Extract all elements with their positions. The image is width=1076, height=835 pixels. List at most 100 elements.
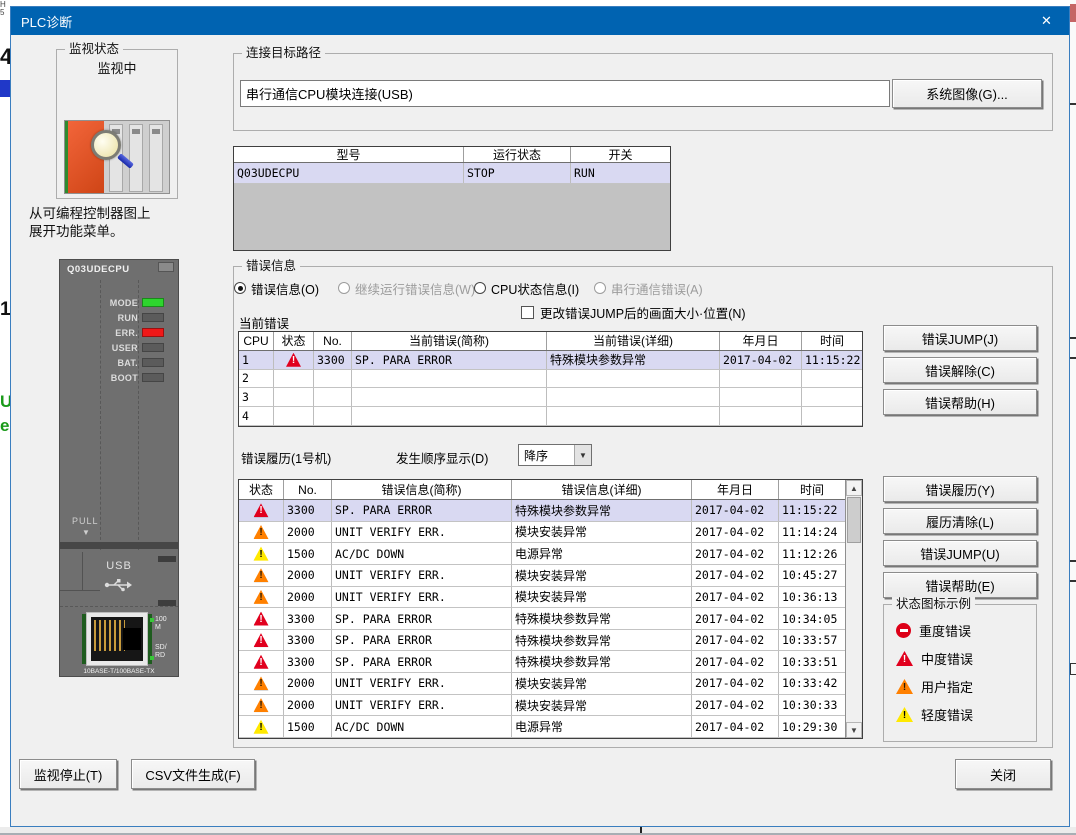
cell-date <box>720 407 802 425</box>
cell-model: Q03UDECPU <box>234 163 464 183</box>
cell-error-name: UNIT VERIFY ERR. <box>332 522 512 543</box>
error-history-row[interactable]: 2000UNIT VERIFY ERR.模块安装异常2017-04-0210:3… <box>239 673 847 695</box>
bat-led <box>142 358 164 367</box>
cell-error-detail: 模块安装异常 <box>512 587 692 608</box>
plc-notch <box>158 262 174 272</box>
cell-status <box>239 587 284 608</box>
title-bar[interactable]: PLC诊断 ✕ <box>11 7 1069 35</box>
legend-label: 用户指定 <box>921 677 973 696</box>
cell-status <box>239 695 284 716</box>
radio-option-3[interactable]: CPU状态信息(I) <box>474 280 579 296</box>
medium-error-icon <box>286 353 301 367</box>
error-history-row[interactable]: 2000UNIT VERIFY ERR.模块安装异常2017-04-0210:3… <box>239 695 847 717</box>
bg-fragment-text: U <box>0 393 10 410</box>
cell-date: 2017-04-02 <box>692 651 779 672</box>
led-row: MODE <box>60 298 164 307</box>
error-history-row[interactable]: 3300SP. PARA ERROR特殊模块参数异常2017-04-0211:1… <box>239 500 847 522</box>
cell-error-detail: 特殊模块参数异常 <box>512 608 692 629</box>
cell-error-name: SP. PARA ERROR <box>332 630 512 651</box>
medium-error-icon <box>254 503 269 517</box>
background-right-strip <box>1070 0 1076 835</box>
error-clear-button[interactable]: 错误解除(C) <box>883 357 1037 383</box>
cell-status <box>239 608 284 629</box>
legend-group-label: 状态图标示例 <box>892 597 975 611</box>
error-history-row[interactable]: 1500AC/DC DOWN电源异常2017-04-0211:12:26 <box>239 543 847 565</box>
current-error-row[interactable]: 2 <box>239 370 862 389</box>
cell-no: 2000 <box>284 587 332 608</box>
cell-date: 2017-04-02 <box>720 351 802 369</box>
cell-no: 1500 <box>284 543 332 564</box>
chevron-down-icon[interactable]: ▼ <box>574 445 591 465</box>
column-header: 年月日 <box>720 332 802 350</box>
cell-error-name: SP. PARA ERROR <box>332 608 512 629</box>
connection-target-group-label: 连接目标路径 <box>242 46 325 60</box>
user-specified-icon <box>896 679 913 694</box>
column-header: 状态 <box>239 480 284 499</box>
system-image-button[interactable]: 系统图像(G)... <box>892 79 1042 108</box>
legend-item: 用户指定 <box>896 677 973 696</box>
error-history-row[interactable]: 3300SP. PARA ERROR特殊模块参数异常2017-04-0210:3… <box>239 651 847 673</box>
scrollbar-thumb[interactable] <box>847 497 861 543</box>
cell-error-detail: 电源异常 <box>512 543 692 564</box>
radio-option-2: 继续运行错误信息(W) <box>338 280 475 296</box>
radio-icon <box>338 282 350 294</box>
cell-time: 10:36:13 <box>779 587 845 608</box>
cell-status <box>274 370 314 388</box>
scroll-up-icon[interactable]: ▲ <box>846 480 862 496</box>
cell-no <box>314 388 352 406</box>
history-jump-button[interactable]: 错误JUMP(U) <box>883 540 1037 566</box>
bg-glyph <box>1070 4 1076 22</box>
bg-tick <box>1070 103 1076 105</box>
current-error-row[interactable]: 13300SP. PARA ERROR特殊模块参数异常2017-04-0211:… <box>239 351 862 370</box>
csv-generate-button[interactable]: CSV文件生成(F) <box>131 759 255 789</box>
close-icon[interactable]: ✕ <box>1024 7 1069 35</box>
error-history-row[interactable]: 2000UNIT VERIFY ERR.模块安装异常2017-04-0210:3… <box>239 587 847 609</box>
error-help-button[interactable]: 错误帮助(H) <box>883 389 1037 415</box>
cell-error-detail <box>547 370 720 388</box>
scroll-down-icon[interactable]: ▼ <box>846 722 862 738</box>
monitor-stop-button[interactable]: 监视停止(T) <box>19 759 117 789</box>
current-error-row[interactable]: 4 <box>239 407 862 426</box>
radio-label: 错误信息(O) <box>251 279 319 298</box>
column-header: 型号 <box>234 147 464 162</box>
error-jump-button[interactable]: 错误JUMP(J) <box>883 325 1037 351</box>
radio-icon <box>594 282 606 294</box>
error-history-row[interactable]: 2000UNIT VERIFY ERR.模块安装异常2017-04-0211:1… <box>239 522 847 544</box>
cell-cpu: 1 <box>239 351 274 369</box>
checkbox-box[interactable] <box>521 306 534 319</box>
radio-icon[interactable] <box>234 282 246 294</box>
port-sdrd-label: SD/ RD <box>155 644 167 661</box>
error-history-row[interactable]: 3300SP. PARA ERROR特殊模块参数异常2017-04-0210:3… <box>239 630 847 652</box>
current-errors-table: CPU状态No.当前错误(简称)当前错误(详细)年月日时间13300SP. PA… <box>238 331 863 427</box>
close-button[interactable]: 关闭 <box>955 759 1051 789</box>
led-row: USER <box>60 343 164 352</box>
current-errors-label: 当前错误 <box>239 313 289 332</box>
checkbox-label: 更改错误JUMP后的画面大小·位置(N) <box>540 303 746 322</box>
link-led <box>150 656 154 660</box>
plc-module-graphic[interactable]: Q03UDECPU MODERUNERR.USERBAT.BOOT PULL ▼… <box>59 259 179 677</box>
cell-no: 3300 <box>314 351 352 369</box>
module-row[interactable]: Q03UDECPUSTOPRUN <box>234 163 670 184</box>
radio-icon[interactable] <box>474 282 486 294</box>
history-button[interactable]: 错误履历(Y) <box>883 476 1037 502</box>
jump-resize-checkbox[interactable]: 更改错误JUMP后的画面大小·位置(N) <box>521 303 746 322</box>
column-header: No. <box>284 480 332 499</box>
history-clear-button[interactable]: 履历清除(L) <box>883 508 1037 534</box>
led-label: USER <box>112 343 138 353</box>
cell-error-detail: 电源异常 <box>512 716 692 737</box>
error-history-row[interactable]: 1500AC/DC DOWN电源异常2017-04-0210:29:30 <box>239 716 847 738</box>
current-error-row[interactable]: 3 <box>239 388 862 407</box>
cell-no: 3300 <box>284 651 332 672</box>
error-history-row[interactable]: 2000UNIT VERIFY ERR.模块安装异常2017-04-0210:4… <box>239 565 847 587</box>
history-help-button[interactable]: 错误帮助(E) <box>883 572 1037 598</box>
bg-bracket <box>1070 663 1076 675</box>
monitor-status-group-label: 监视状态 <box>65 42 123 56</box>
history-scrollbar: ▲ ▼ <box>845 480 862 738</box>
connection-path-field[interactable]: 串行通信CPU模块连接(USB) <box>240 80 890 107</box>
radio-option-1[interactable]: 错误信息(O) <box>234 280 319 296</box>
order-combobox[interactable]: 降序 ▼ <box>518 444 592 466</box>
error-history-row[interactable]: 3300SP. PARA ERROR特殊模块参数异常2017-04-0210:3… <box>239 608 847 630</box>
cell-time: 10:33:57 <box>779 630 845 651</box>
cell-switch: RUN <box>571 163 670 183</box>
cell-error-detail: 特殊模块参数异常 <box>547 351 720 369</box>
